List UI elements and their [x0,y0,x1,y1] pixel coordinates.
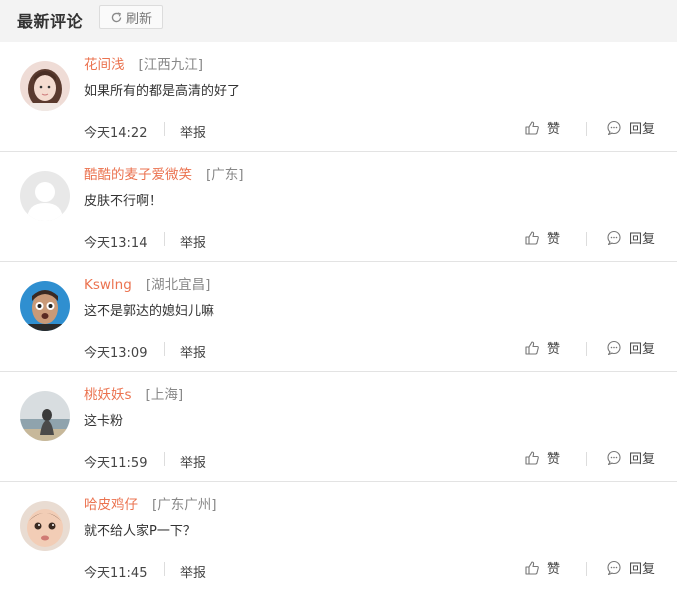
comment-item: 哈皮鸡仔 [广东广州] 就不给人家P一下？ 今天11:45 举报 赞 回复 [0,482,677,592]
speech-bubble-icon [607,450,621,465]
report-link[interactable]: 举报 [180,342,206,361]
divider [586,562,587,576]
comments-header: 最新评论 刷新 [0,0,677,42]
comment-time: 今天11:59 [84,456,148,471]
reply-label: 回复 [629,562,656,577]
user-location: [湖北宜昌] [145,277,211,293]
thumbs-up-icon [525,340,539,355]
username-link[interactable]: 桃妖妖s [84,387,132,403]
comment-meta: 哈皮鸡仔 [广东广州] [84,493,217,513]
comment-text: 就不给人家P一下？ [84,524,196,539]
like-button[interactable]: 赞 [524,118,560,137]
section-title: 最新评论 [17,12,84,31]
comment-meta: Kswlng [湖北宜昌] [84,273,210,293]
report-link[interactable]: 举报 [180,232,206,251]
like-label: 赞 [547,342,561,357]
comment-time: 今天14:22 [84,126,148,141]
like-label: 赞 [547,562,561,577]
comment-meta: 桃妖妖s [上海] [84,383,183,403]
avatar[interactable] [20,281,70,331]
avatar[interactable] [20,171,70,221]
speech-bubble-icon [607,230,621,245]
reply-button[interactable]: 回复 [606,558,655,577]
comment-text: 如果所有的都是高清的好了 [84,84,241,99]
comment-item: 花间浅 [江西九江] 如果所有的都是高清的好了 今天14:22 举报 赞 回复 [0,42,677,152]
refresh-button[interactable]: 刷新 [99,5,163,29]
refresh-icon [111,11,122,22]
like-label: 赞 [547,452,561,467]
thumbs-up-icon [525,450,539,465]
like-button[interactable]: 赞 [524,558,560,577]
speech-bubble-icon [607,560,621,575]
avatar[interactable] [20,501,70,551]
comment-item: 酷酷的麦子爱微笑 [广东] 皮肤不行啊！ 今天13:14 举报 赞 回复 [0,152,677,262]
comment-text: 这卡粉 [84,414,124,429]
divider [164,452,165,466]
divider [586,232,587,246]
comment-item: Kswlng [湖北宜昌] 这不是郭达的媳妇儿嘛 今天13:09 举报 赞 回复 [0,262,677,372]
divider [164,342,165,356]
divider [164,562,165,576]
report-link[interactable]: 举报 [180,452,206,471]
divider [586,122,587,136]
report-link[interactable]: 举报 [180,562,206,581]
user-location: [广东广州] [152,497,217,513]
thumbs-up-icon [525,560,539,575]
like-label: 赞 [547,232,561,247]
divider [164,122,165,136]
comment-meta: 花间浅 [江西九江] [84,53,203,73]
comment-time: 今天13:14 [84,236,148,251]
like-button[interactable]: 赞 [524,228,560,247]
divider [586,342,587,356]
reply-button[interactable]: 回复 [606,448,655,467]
reply-label: 回复 [629,232,656,247]
avatar[interactable] [20,391,70,441]
thumbs-up-icon [525,230,539,245]
username-link[interactable]: Kswlng [84,277,132,293]
thumbs-up-icon [525,120,539,135]
user-location: [上海] [145,387,184,403]
comment-text: 皮肤不行啊！ [84,194,163,209]
comment-meta: 酷酷的麦子爱微笑 [广东] [84,163,244,183]
reply-label: 回复 [629,122,656,137]
reply-label: 回复 [629,342,656,357]
username-link[interactable]: 哈皮鸡仔 [84,497,138,513]
divider [586,452,587,466]
reply-button[interactable]: 回复 [606,118,655,137]
like-button[interactable]: 赞 [524,448,560,467]
comment-text: 这不是郭达的媳妇儿嘛 [84,304,215,319]
speech-bubble-icon [607,340,621,355]
reply-label: 回复 [629,452,656,467]
user-location: [广东] [206,167,244,183]
divider [164,232,165,246]
reply-button[interactable]: 回复 [606,338,655,357]
like-button[interactable]: 赞 [524,338,560,357]
username-link[interactable]: 花间浅 [84,57,125,73]
comment-time: 今天13:09 [84,346,148,361]
comment-list: 花间浅 [江西九江] 如果所有的都是高清的好了 今天14:22 举报 赞 回复 [0,42,677,592]
like-label: 赞 [547,122,561,137]
speech-bubble-icon [607,120,621,135]
reply-button[interactable]: 回复 [606,228,655,247]
avatar[interactable] [20,61,70,111]
refresh-label: 刷新 [125,11,152,27]
username-link[interactable]: 酷酷的麦子爱微笑 [84,167,192,183]
comment-time: 今天11:45 [84,566,148,581]
report-link[interactable]: 举报 [180,122,206,141]
user-location: [江西九江] [138,57,204,73]
comment-item: 桃妖妖s [上海] 这卡粉 今天11:59 举报 赞 回复 [0,372,677,482]
